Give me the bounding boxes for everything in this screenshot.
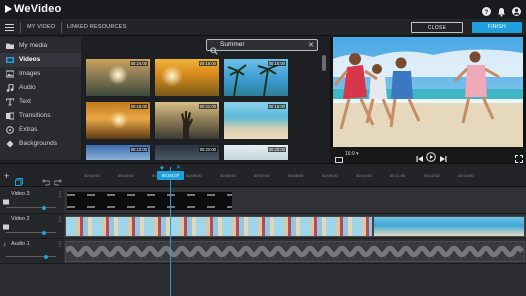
video-thumbnail[interactable]: 00:21:00 [155,102,219,139]
tick-label: 00:08:00 [288,173,304,178]
sun-glow [108,65,128,85]
close-button[interactable]: CLOSE [411,22,463,33]
divider [20,22,21,33]
preview-panel [330,37,526,162]
slider-knob[interactable] [41,205,46,210]
sidebar-item-text[interactable]: Text [0,95,81,109]
music-note-icon [6,83,14,92]
track-name: Video 2 [11,216,30,222]
delete-icon[interactable]: ✕ [176,164,181,171]
video-thumbnail[interactable]: 00:16:00 [155,59,219,96]
track-name: Video 3 [11,191,30,197]
video-thumbnail[interactable]: 00:16:00 [86,102,150,139]
text-icon [6,98,14,106]
audio-waveform [66,245,524,258]
duration-badge: 00:22:00 [198,147,217,152]
sidebar-item-videos[interactable]: Videos [0,53,81,67]
music-note-icon: ♪ [3,242,6,248]
tab-my-video[interactable]: MY VIDEO [27,24,55,30]
sidebar-item-my-media[interactable]: My media [0,39,81,53]
sidebar-item-images[interactable]: Images [0,67,81,81]
video-thumbnail[interactable]: 00:22:00 [155,145,219,160]
duration-badge: 00:24:00 [129,61,148,66]
add-track-icon[interactable]: + [4,172,9,181]
duration-badge: 00:16:00 [129,104,148,109]
image-icon [5,70,15,78]
track-header-video-3 [0,188,64,214]
tick-label: 00:03:00 [118,173,134,178]
finish-button[interactable]: FINISH [472,22,522,33]
duration-badge: 00:20:00 [267,147,286,152]
account-icon[interactable] [511,4,522,16]
duration-badge: 00:15:00 [267,61,286,66]
split-icon[interactable]: ◆ [160,165,164,171]
app-logo[interactable]: WeVideo [5,3,61,15]
clip-filmstrip [67,194,232,196]
audio-clip[interactable] [65,241,525,262]
track-menu-icon[interactable]: ⋮ [57,191,63,198]
slider-knob[interactable] [41,230,46,235]
aspect-ratio-select[interactable]: 16:9 ▾ [345,151,359,157]
track-header-video-2 [0,214,64,239]
backgrounds-icon [6,140,14,148]
track-menu-icon[interactable]: ⋮ [57,216,63,223]
divider [61,22,62,33]
sun-glow [110,111,128,129]
video-thumbnail[interactable]: 00:10:00 [86,145,150,160]
preview-video-frame [333,37,523,147]
tick-label: 00:12:00 [424,173,440,178]
svg-text:?: ? [485,10,489,16]
tick-label: 00:11:00 [390,173,406,178]
sidebar-item-backgrounds[interactable]: Backgrounds [0,137,81,151]
volume-slider[interactable] [6,230,56,235]
sidebar-item-transitions[interactable]: Transitions [0,109,81,123]
sidebar-item-extras[interactable]: Extras [0,123,81,137]
film-icon [6,56,14,64]
logo-play-icon [5,5,12,13]
extras-icon [6,126,14,134]
tick-label: 00:13:00 [458,173,474,178]
transitions-icon [6,112,15,120]
search-input[interactable]: Summer ✕ [206,39,318,55]
tick-label: 00:06:00 [220,173,236,178]
tick-label: 00:02:00 [84,173,100,178]
title-clip[interactable] [66,191,233,211]
duration-badge: 00:10:00 [129,147,148,152]
media-browser [81,37,330,160]
menu-icon[interactable] [5,24,14,31]
beach-video-clip[interactable] [65,216,373,237]
track-menu-icon[interactable]: ⋮ [57,241,63,248]
tick-label: 00:09:00 [322,173,338,178]
search-icon [210,42,218,60]
ocean-video-clip[interactable] [373,216,525,237]
help-icon[interactable]: ? [481,4,492,16]
slider-knob[interactable] [44,254,48,259]
playhead-time[interactable]: 00:04:07 [157,171,184,180]
video-thumbnail[interactable]: 00:16:00 [224,102,288,139]
volume-slider[interactable] [6,254,56,259]
media-scrollbar[interactable] [322,55,326,71]
duration-badge: 00:21:00 [198,104,217,109]
folder-icon [6,42,14,50]
clip-filmstrip [67,206,232,208]
duration-badge: 00:16:00 [267,104,286,109]
search-value: Summer [220,41,245,48]
volume-slider[interactable] [6,205,56,210]
notifications-icon[interactable] [496,4,507,17]
video-thumbnail[interactable]: 00:15:00 [224,59,288,96]
tick-label: 00:05:00 [186,173,202,178]
duration-badge: 00:16:00 [198,61,217,66]
track-header-audio-1 [0,239,64,264]
video-thumbnail[interactable]: 00:20:00 [224,145,288,160]
video-thumbnail[interactable]: 00:24:00 [86,59,150,96]
clear-search-icon[interactable]: ✕ [308,41,314,49]
tick-label: 00:07:00 [254,173,270,178]
top-bar [0,0,526,19]
playhead[interactable] [170,167,171,296]
tick-label: 00:10:00 [356,173,372,178]
tab-linked-resources[interactable]: LINKED RESOURCES [67,24,126,30]
sidebar-item-audio[interactable]: Audio [0,81,81,95]
sun-glow [161,65,183,87]
track-name: Audio 1 [11,241,30,247]
